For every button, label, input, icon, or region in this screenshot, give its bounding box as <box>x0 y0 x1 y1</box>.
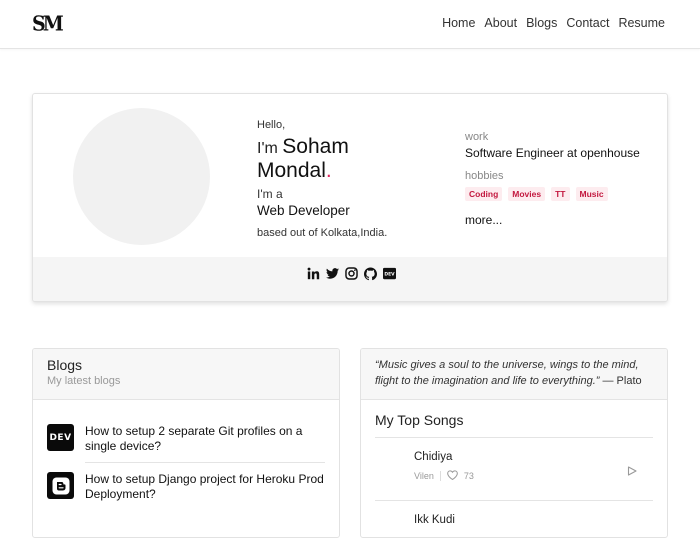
first-name: Soham <box>282 135 349 158</box>
divider <box>439 471 441 481</box>
linkedin-icon[interactable] <box>307 267 320 280</box>
blogger-icon <box>47 472 74 499</box>
github-icon[interactable] <box>363 267 377 280</box>
divider <box>375 437 653 438</box>
nav-about[interactable]: About <box>484 16 517 30</box>
dev-icon[interactable]: DEV <box>382 267 396 280</box>
profile-card: Hello, I'm Soham Mondal. I'm a Web Devel… <box>32 93 668 302</box>
blog-item[interactable]: How to setup Django project for Heroku P… <box>47 472 325 501</box>
avatar <box>73 108 210 245</box>
quote-author: — Plato <box>602 375 642 387</box>
twitter-icon[interactable] <box>325 267 339 280</box>
song-name: Ikk Kudi <box>414 514 455 526</box>
hobby-tags: Coding Movies TT Music <box>465 187 655 201</box>
greeting: Hello, <box>257 119 286 131</box>
nav-home[interactable]: Home <box>442 16 475 30</box>
songs-title: My Top Songs <box>375 412 464 428</box>
song-item[interactable]: Ikk Kudi <box>414 514 455 526</box>
svg-text:DEV: DEV <box>384 272 395 278</box>
nav-blogs[interactable]: Blogs <box>526 16 557 30</box>
play-icon[interactable] <box>627 463 637 481</box>
blogs-title: Blogs <box>47 357 83 373</box>
nav-contact[interactable]: Contact <box>566 16 609 30</box>
intro: Hello, I'm Soham Mondal. I'm a Web Devel… <box>257 119 387 239</box>
songs-card: “Music gives a soul to the universe, win… <box>360 348 668 538</box>
hobby-tag: TT <box>551 187 570 201</box>
song-item[interactable]: Chidiya Vilen 73 <box>414 451 474 482</box>
song-artist: Vilen <box>414 471 434 481</box>
more-link[interactable]: more... <box>465 213 655 227</box>
blogs-card: Blogs My latest blogs DEV How to setup 2… <box>32 348 340 538</box>
site-header: SM Home About Blogs Contact Resume <box>0 0 700 49</box>
blog-item[interactable]: DEV How to setup 2 separate Git profiles… <box>47 424 325 453</box>
instagram-icon[interactable] <box>344 267 358 280</box>
like-count: 73 <box>463 471 474 481</box>
quote-text: “Music gives a soul to the universe, win… <box>375 359 639 387</box>
profile-info: work Software Engineer at openhouse hobb… <box>465 131 655 227</box>
location: based out of Kolkata,India. <box>257 227 388 239</box>
blog-title[interactable]: How to setup Django project for Heroku P… <box>85 472 325 501</box>
heart-icon[interactable] <box>447 470 458 482</box>
song-meta: Vilen 73 <box>414 470 474 482</box>
hobby-tag: Movies <box>508 187 546 201</box>
work-value: Software Engineer at openhouse <box>465 146 640 160</box>
nav-resume[interactable]: Resume <box>618 16 665 30</box>
work-label: work <box>465 131 489 143</box>
divider <box>375 500 653 501</box>
ima-label: I'm a <box>257 187 283 201</box>
im-label: I'm <box>257 140 278 157</box>
hobby-tag: Coding <box>465 187 503 201</box>
name-dot: . <box>325 159 332 182</box>
site-logo[interactable]: SM <box>32 12 64 36</box>
last-name-line: Mondal. <box>257 159 387 183</box>
role: Web Developer <box>257 203 350 218</box>
last-name: Mondal <box>257 159 326 182</box>
quote-box: “Music gives a soul to the universe, win… <box>361 349 667 400</box>
hobby-tag: Music <box>575 187 608 201</box>
dev-icon: DEV <box>47 424 74 451</box>
blogs-subtitle: My latest blogs <box>47 375 121 387</box>
name-line: I'm Soham <box>257 135 387 159</box>
hobbies-label: hobbies <box>465 170 504 182</box>
song-name: Chidiya <box>414 451 453 463</box>
social-links: DEV <box>33 257 667 301</box>
divider <box>85 462 325 463</box>
blogs-header: Blogs My latest blogs <box>33 349 339 400</box>
blog-title[interactable]: How to setup 2 separate Git profiles on … <box>85 424 325 453</box>
main-nav: Home About Blogs Contact Resume <box>442 16 665 30</box>
